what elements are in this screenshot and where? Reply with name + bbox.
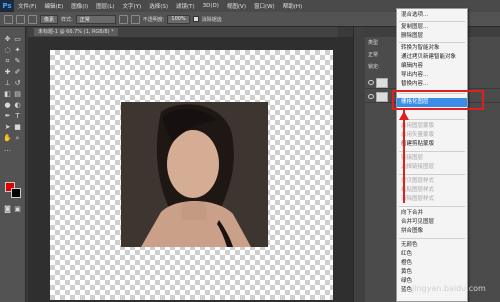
- document-tab-bar: 未标题-1 @ 66.7% (1, RGB/8) *: [28, 27, 338, 37]
- menu-view[interactable]: 视图(V): [223, 2, 250, 10]
- eyedropper-icon[interactable]: ✎: [13, 57, 22, 65]
- ctx-edit-contents[interactable]: 编辑内容: [397, 62, 467, 71]
- ctx-duplicate-layer[interactable]: 复制图层...: [397, 23, 467, 32]
- opacity-label: 不透明度:: [142, 16, 165, 23]
- new-selection-icon[interactable]: [16, 14, 25, 24]
- tools-panel: ✥ ▭ ◌ ✦ ⌗ ✎ ✚ ✐ ⊥ ↺ ◧ ▤ ● ◐ ✒ T ➤ ■ ✋ ⌕ …: [0, 27, 26, 302]
- path-select-icon[interactable]: ➤: [3, 123, 12, 131]
- ctx-separator: [399, 151, 465, 152]
- edit-toolbar-icon[interactable]: …: [3, 145, 12, 153]
- ctx-link-layers: 链接图层: [401, 155, 424, 161]
- menu-3d[interactable]: 3D(D): [199, 3, 223, 9]
- menu-help[interactable]: 帮助(H): [279, 2, 306, 10]
- brush-icon[interactable]: ✐: [13, 68, 22, 76]
- ctx-export-contents[interactable]: 导出内容...: [397, 71, 467, 80]
- ctx-select-linked-layers: 选择链接图层: [401, 164, 435, 170]
- marquee-icon[interactable]: ▭: [13, 35, 22, 43]
- add-selection-icon[interactable]: [28, 14, 37, 24]
- ctx-separator: [399, 206, 465, 207]
- blend-mode-dropdown[interactable]: 正常: [368, 51, 398, 59]
- ctx-new-smart-object-copy[interactable]: 通过拷贝新建智能对象: [397, 53, 467, 62]
- annotation-arrow-head: [399, 111, 409, 120]
- dodge-icon[interactable]: ◐: [13, 101, 22, 109]
- ctx-separator: [399, 21, 465, 22]
- hand-icon[interactable]: ✋: [3, 134, 12, 142]
- ctx-flatten-image[interactable]: 拼合图像: [397, 227, 467, 236]
- panel-strip: [353, 27, 365, 302]
- style-label: 样式:: [61, 16, 73, 23]
- layer-thumbnail: [376, 78, 388, 88]
- screen-mode-icon[interactable]: ▣: [13, 205, 22, 213]
- eye-icon[interactable]: [368, 80, 374, 85]
- type-tool-icon[interactable]: T: [13, 112, 22, 120]
- ctx-delete-layer[interactable]: 删除图层: [397, 32, 467, 41]
- document-tab[interactable]: 未标题-1 @ 66.7% (1, RGB/8) *: [34, 28, 118, 36]
- zoom-icon[interactable]: ⌕: [13, 134, 22, 142]
- menu-file[interactable]: 文件(F): [14, 2, 40, 10]
- lasso-icon[interactable]: ◌: [3, 46, 12, 54]
- portrait-illustration: [121, 102, 268, 247]
- shape-icon[interactable]: ■: [13, 123, 22, 131]
- history-brush-icon[interactable]: ↺: [13, 79, 22, 87]
- ctx-replace-contents[interactable]: 替换内容...: [397, 80, 467, 89]
- marquee-tool-icon[interactable]: [4, 14, 13, 24]
- ps-logo: Ps: [0, 0, 14, 12]
- stamp-icon[interactable]: ⊥: [3, 79, 12, 87]
- canvas-area: [28, 37, 353, 302]
- size-dropdown[interactable]: 像素: [40, 14, 59, 24]
- ctx-merge-down[interactable]: 向下合并: [397, 209, 467, 218]
- menu-layer[interactable]: 图层(L): [92, 2, 118, 10]
- ctx-enable-layer-mask: 启用图层蒙版: [401, 123, 435, 129]
- ctx-clear-layer-style: 清除图层样式: [401, 196, 435, 202]
- text-orient-icon[interactable]: [130, 14, 140, 24]
- healing-icon[interactable]: ✚: [3, 68, 12, 76]
- lock-label: 锁定:: [368, 64, 380, 70]
- ctx-red[interactable]: 红色: [397, 250, 467, 259]
- menu-select[interactable]: 选择(S): [145, 2, 172, 10]
- layer-context-menu: 混合选项... 复制图层... 删除图层 转换为智能对象 通过拷贝新建智能对象 …: [396, 8, 468, 302]
- eraser-icon[interactable]: ◧: [3, 90, 12, 98]
- ctx-enable-vector-mask: 启用矢量蒙版: [401, 132, 435, 138]
- ctx-blending-options[interactable]: 混合选项...: [397, 11, 467, 20]
- ctx-paste-layer-style: 粘贴图层样式: [401, 187, 435, 193]
- magic-wand-icon[interactable]: ✦: [13, 46, 22, 54]
- ctx-separator: [399, 238, 465, 239]
- gradient-icon[interactable]: ▤: [13, 90, 22, 98]
- menu-image[interactable]: 图像(I): [67, 2, 92, 10]
- photoshop-window: Ps 文件(F) 编辑(E) 图像(I) 图层(L) 文字(Y) 选择(S) 滤…: [0, 0, 500, 302]
- layer-thumbnail: [376, 92, 388, 102]
- menu-edit[interactable]: 编辑(E): [40, 2, 67, 10]
- feather-icon[interactable]: [118, 14, 128, 24]
- quick-mask-icon[interactable]: ◙: [3, 205, 12, 213]
- pen-icon[interactable]: ✒: [3, 112, 12, 120]
- layer-kind-filter[interactable]: 类型: [368, 39, 398, 47]
- ctx-create-clipping-mask[interactable]: 创建剪贴蒙版: [397, 140, 467, 149]
- style-dropdown[interactable]: 正常: [75, 14, 116, 24]
- smooth-label: 消除锯齿: [201, 16, 222, 23]
- crop-icon[interactable]: ⌗: [3, 57, 12, 65]
- eye-icon[interactable]: [368, 94, 374, 99]
- ctx-convert-smart-object[interactable]: 转换为智能对象: [397, 44, 467, 53]
- ctx-separator: [399, 174, 465, 175]
- ctx-no-color[interactable]: 无颜色: [397, 241, 467, 250]
- opacity-field[interactable]: 100%: [167, 14, 190, 24]
- document-canvas[interactable]: [50, 50, 333, 300]
- blur-icon[interactable]: ●: [3, 101, 12, 109]
- background-color-swatch[interactable]: [11, 188, 21, 198]
- menu-window[interactable]: 窗口(W): [250, 2, 279, 10]
- annotation-arrow: [403, 110, 405, 203]
- smooth-checkbox[interactable]: [192, 16, 199, 22]
- portrait-photo: [121, 102, 268, 247]
- move-tool-icon[interactable]: ✥: [3, 35, 12, 43]
- highlight-box: [392, 90, 484, 110]
- ctx-merge-visible[interactable]: 合并可见图层: [397, 218, 467, 227]
- menu-filter[interactable]: 滤镜(T): [172, 2, 199, 10]
- watermark: jingyan.baidu.com: [412, 264, 500, 302]
- ctx-copy-layer-style: 拷贝图层样式: [401, 178, 435, 184]
- watermark-text: jingyan.baidu.com: [412, 284, 486, 293]
- ctx-separator: [399, 42, 465, 43]
- menu-type[interactable]: 文字(Y): [119, 2, 146, 10]
